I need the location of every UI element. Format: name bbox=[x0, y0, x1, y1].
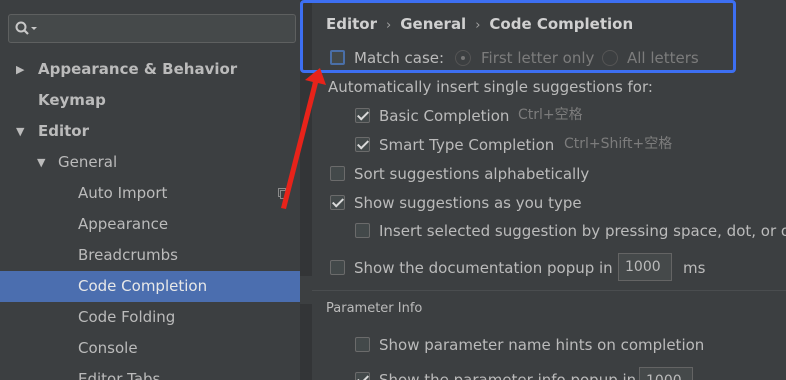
tree-item-appearance[interactable]: Appearance bbox=[0, 209, 312, 240]
show-as-type-checkbox[interactable] bbox=[330, 195, 345, 210]
auto-insert-heading: Automatically insert single suggestions … bbox=[328, 78, 653, 96]
tree-item-editor[interactable]: ▼ Editor bbox=[0, 116, 312, 147]
show-as-type-label: Show suggestions as you type bbox=[354, 194, 582, 212]
chevron-down-icon[interactable]: ▼ bbox=[37, 147, 45, 178]
param-name-hints-checkbox[interactable] bbox=[355, 337, 370, 352]
settings-tree: ▶ Appearance & Behavior Keymap ▼ Editor … bbox=[0, 54, 312, 380]
tree-item-code-completion[interactable]: Code Completion bbox=[0, 271, 312, 302]
smart-completion-shortcut: Ctrl+Shift+空格 bbox=[564, 136, 673, 152]
tree-item-code-folding[interactable]: Code Folding bbox=[0, 302, 312, 333]
insert-selected-checkbox[interactable] bbox=[355, 223, 370, 238]
search-icon bbox=[15, 21, 37, 35]
settings-sidebar: ▶ Appearance & Behavior Keymap ▼ Editor … bbox=[0, 0, 312, 380]
basic-completion-checkbox[interactable] bbox=[355, 108, 370, 123]
smart-completion-checkbox[interactable] bbox=[355, 137, 370, 152]
tree-item-keymap[interactable]: Keymap bbox=[0, 85, 312, 116]
doc-popup-label: Show the documentation popup in bbox=[354, 259, 613, 277]
tree-item-console[interactable]: Console bbox=[0, 333, 312, 364]
insert-selected-label: Insert selected suggestion by pressing s… bbox=[379, 222, 786, 240]
basic-completion-shortcut: Ctrl+空格 bbox=[518, 107, 583, 123]
tree-item-label: Code Completion bbox=[78, 277, 208, 295]
tree-item-auto-import[interactable]: Auto Import bbox=[0, 178, 312, 209]
tree-item-appearance-behavior[interactable]: ▶ Appearance & Behavior bbox=[0, 54, 312, 85]
tree-item-label: Console bbox=[78, 339, 138, 357]
basic-completion-label: Basic Completion bbox=[379, 107, 510, 125]
search-input[interactable] bbox=[8, 14, 296, 43]
tree-item-label: Keymap bbox=[38, 91, 106, 109]
tree-item-label: Editor bbox=[38, 122, 89, 140]
param-name-hints-label: Show parameter name hints on completion bbox=[379, 336, 705, 354]
tree-item-editor-tabs[interactable]: Editor Tabs bbox=[0, 364, 312, 380]
tree-item-label: General bbox=[58, 153, 118, 171]
tree-item-label: Breadcrumbs bbox=[78, 246, 178, 264]
tree-item-label: Appearance & Behavior bbox=[38, 60, 238, 78]
project-settings-icon bbox=[278, 188, 288, 199]
tree-item-label: Auto Import bbox=[78, 184, 168, 202]
doc-popup-delay-input[interactable]: 1000 bbox=[618, 253, 672, 281]
annotation-highlight-box bbox=[300, 0, 736, 73]
tree-item-breadcrumbs[interactable]: Breadcrumbs bbox=[0, 240, 312, 271]
sort-alpha-label: Sort suggestions alphabetically bbox=[354, 165, 590, 183]
param-info-popup-checkbox[interactable] bbox=[355, 372, 370, 380]
sort-alpha-checkbox[interactable] bbox=[330, 166, 345, 181]
tree-item-general[interactable]: ▼ General bbox=[0, 147, 312, 178]
doc-popup-checkbox[interactable] bbox=[330, 260, 345, 275]
tree-item-label: Editor Tabs bbox=[78, 370, 161, 380]
param-info-delay-input[interactable]: 1000 bbox=[639, 367, 693, 380]
divider bbox=[312, 290, 786, 291]
tree-item-label: Code Folding bbox=[78, 308, 176, 326]
parameter-info-title: Parameter Info bbox=[326, 301, 423, 316]
tree-item-label: Appearance bbox=[78, 215, 169, 233]
chevron-right-icon[interactable]: ▶ bbox=[16, 54, 24, 85]
chevron-down-icon[interactable]: ▼ bbox=[16, 116, 24, 147]
smart-completion-label: Smart Type Completion bbox=[379, 136, 555, 154]
param-info-popup-label: Show the parameter info popup in bbox=[379, 371, 637, 380]
doc-popup-unit: ms bbox=[683, 259, 706, 277]
